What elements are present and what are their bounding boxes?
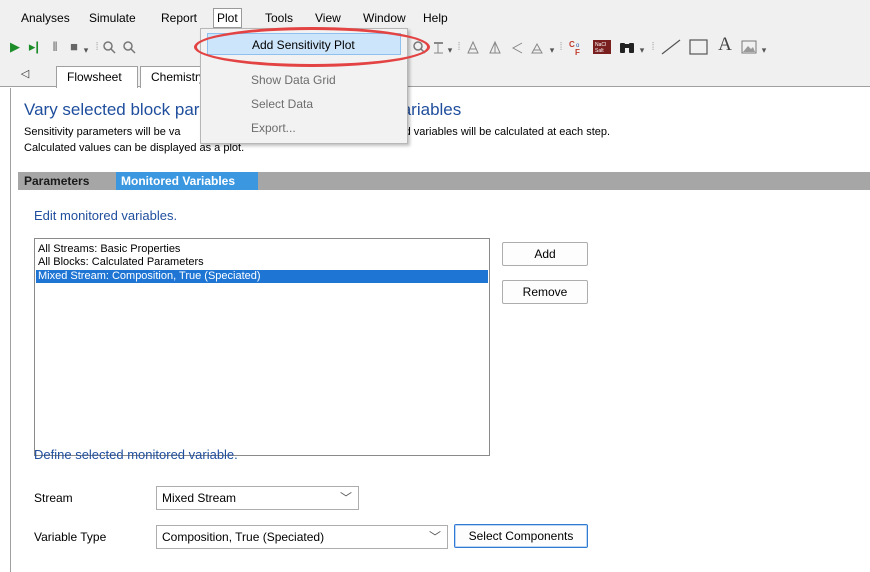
image-tool-icon[interactable] [740, 38, 758, 56]
stop-icon[interactable]: ■ [68, 38, 80, 56]
stream-label: Stream [34, 491, 73, 505]
highlight-ring [194, 27, 430, 67]
menu-window[interactable]: Window [360, 9, 409, 27]
zoom-out-icon[interactable] [122, 38, 136, 56]
tab-flowsheet[interactable]: Flowsheet [56, 66, 138, 88]
svg-text:F: F [575, 48, 580, 56]
define-monitored-title: Define selected monitored variable. [34, 447, 238, 462]
flip-icon[interactable] [488, 38, 504, 56]
distribute-icon[interactable] [466, 38, 482, 56]
pause-icon[interactable]: ‖ [50, 38, 60, 56]
dropdown-arrow-icon[interactable]: ▾ [548, 41, 556, 59]
dropdown-arrow-icon[interactable]: ▾ [446, 41, 454, 59]
menu-help[interactable]: Help [420, 9, 451, 27]
remove-button[interactable]: Remove [502, 280, 588, 304]
list-item[interactable]: All Streams: Basic Properties [36, 243, 488, 256]
dropdown-arrow-icon[interactable]: ▾ [638, 41, 646, 59]
unit-conversion-icon[interactable]: CoF [568, 38, 586, 56]
page-title-part1: Vary selected block par [24, 100, 200, 119]
description-text-a: Sensitivity parameters will be va [24, 126, 181, 138]
menu-item-export[interactable]: Export... [207, 117, 401, 139]
tab-scroll-left-icon[interactable]: ◁ [18, 66, 32, 82]
toolbar-separator: ⁞ [457, 41, 461, 53]
salt-icon[interactable]: NaCl Salt [592, 38, 612, 56]
mirror-icon[interactable] [530, 38, 546, 56]
toolbar-separator: ⁞ [651, 41, 655, 53]
menu-item-select-data[interactable]: Select Data [207, 93, 401, 115]
variable-type-label: Variable Type [34, 530, 107, 544]
menu-report[interactable]: Report [158, 9, 200, 27]
rectangle-tool-icon[interactable] [688, 38, 710, 56]
svg-text:Salt: Salt [595, 48, 604, 54]
list-item-selected[interactable]: Mixed Stream: Composition, True (Speciat… [36, 270, 488, 283]
menu-item-show-data-grid[interactable]: Show Data Grid [207, 69, 401, 91]
step-icon[interactable]: ▸| [26, 38, 42, 56]
toolbar-separator: ⁞ [559, 41, 563, 53]
chevron-down-icon: ﹀ [428, 530, 441, 544]
menubar: Analyses Simulate Report Plot Tools View… [0, 0, 870, 32]
dropdown-arrow-icon[interactable]: ▾ [82, 41, 90, 59]
text-tool-icon[interactable]: A [714, 35, 736, 54]
toolbar: ▶ ▸| ‖ ■ ▾ ⁞ ▾ ⁞ ▾ ⁞ CoF NaCl Salt ▾ ⁞ A… [0, 32, 870, 62]
edit-monitored-title: Edit monitored variables. [34, 208, 178, 223]
variable-type-select-value: Composition, True (Speciated) [162, 530, 325, 544]
binoculars-icon[interactable] [618, 38, 636, 56]
add-button[interactable]: Add [502, 242, 588, 266]
menu-tools[interactable]: Tools [262, 9, 296, 27]
menu-simulate[interactable]: Simulate [86, 9, 139, 27]
chevron-down-icon: ﹀ [339, 491, 352, 505]
align-icon[interactable] [432, 38, 446, 56]
run-icon[interactable]: ▶ [10, 38, 20, 56]
toolbar-separator: ⁞ [95, 41, 99, 53]
menu-plot[interactable]: Plot [213, 8, 242, 28]
line-tool-icon[interactable] [660, 38, 682, 56]
menu-view[interactable]: View [312, 9, 344, 27]
zoom-in-icon[interactable] [102, 38, 116, 56]
stream-select[interactable]: Mixed Stream ﹀ [156, 486, 359, 510]
monitored-variables-list[interactable]: All Streams: Basic Properties All Blocks… [34, 238, 490, 456]
select-components-button[interactable]: Select Components [454, 524, 588, 548]
subtab-parameters[interactable]: Parameters [24, 172, 89, 190]
stream-select-value: Mixed Stream [162, 491, 237, 505]
rotate-icon[interactable] [510, 38, 524, 56]
list-item[interactable]: All Blocks: Calculated Parameters [36, 256, 488, 269]
menu-analyses[interactable]: Analyses [18, 9, 73, 27]
dropdown-arrow-icon[interactable]: ▾ [760, 41, 768, 59]
subtab-monitored-variables[interactable]: Monitored Variables [116, 172, 258, 190]
variable-type-select[interactable]: Composition, True (Speciated) ﹀ [156, 525, 448, 549]
